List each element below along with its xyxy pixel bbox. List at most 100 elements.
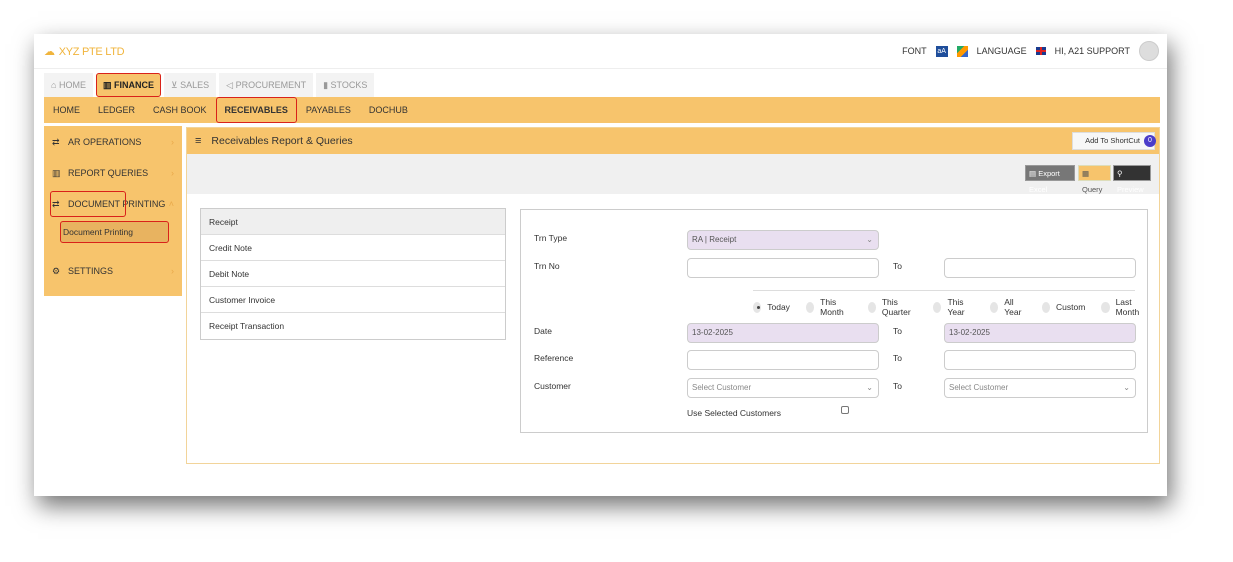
subnav-payables[interactable]: PAYABLES [297,97,360,123]
radio-today[interactable] [753,301,762,313]
radio-this-month[interactable] [805,301,815,313]
megaphone-icon: ◁ [226,80,234,90]
list-item-receipt[interactable]: Receipt [201,209,505,235]
preview-label: Preview [1117,185,1144,194]
trn-type-value: RA | Receipt [692,235,737,244]
subnav-ledger[interactable]: LEDGER [89,97,144,123]
tab-procurement-label: PROCUREMENT [235,80,307,90]
language-label: LANGUAGE [976,46,1027,56]
shortcut-count-badge: 0 [1144,135,1156,147]
chevron-right-icon: › [171,168,174,178]
query-button[interactable]: ▦ Query [1078,165,1111,194]
sidebar-item-document-printing[interactable]: ⇄ DOCUMENT PRINTING ˄ [44,191,182,217]
radio-this-quarter-label: This Quarter [881,297,911,317]
bank-icon: ▥ [102,80,112,90]
trn-no-to-label: To [893,261,902,271]
add-shortcut-button[interactable]: Add To ShortCut 0 [1072,132,1156,150]
brand-logo[interactable]: ☁ XYZ PTE LTD [44,45,125,58]
sidebar-item-label: AR OPERATIONS [68,137,142,147]
font-label: FONT [902,46,927,56]
customer-label: Customer [534,381,571,391]
list-item-debit-note[interactable]: Debit Note [201,261,505,287]
tab-home-label: HOME [58,80,86,90]
tab-procurement[interactable]: ◁ PROCUREMENT [219,73,314,97]
radio-last-month-label: Last Month [1115,297,1140,317]
sidebar-item-report-queries[interactable]: ▥ REPORT QUERIES › [44,162,182,184]
module-tabs: ⌂ HOME ▥ FINANCE ⊻ SALES ◁ PROCUREMENT ▮… [44,73,375,97]
tab-finance-label: FINANCE [113,80,154,90]
sidebar: ⇄ AR OPERATIONS › ▥ REPORT QUERIES › ⇄ D… [44,126,182,296]
radio-this-quarter[interactable] [867,301,876,313]
use-selected-customers-checkbox[interactable] [841,406,849,414]
trn-type-label: Trn Type [534,233,568,243]
export-excel-button[interactable]: ▤ Export Excel [1025,165,1075,194]
app-window: ☁ XYZ PTE LTD FONT aA LANGUAGE HI, A21 SU… [34,34,1167,496]
reference-from-input[interactable] [687,350,879,370]
reference-to-label: To [893,353,902,363]
sidebar-item-ar-operations[interactable]: ⇄ AR OPERATIONS › [44,131,182,153]
finance-subnav: HOME LEDGER CASH BOOK RECEIVABLES PAYABL… [44,97,1160,123]
preview-button[interactable]: ⚲ Preview [1113,165,1151,194]
subnav-home[interactable]: HOME [44,97,89,123]
home-icon: ⌂ [51,80,57,90]
list-item-receipt-transaction[interactable]: Receipt Transaction [201,313,505,339]
customer-from-select[interactable]: Select Customer ⌄ [687,378,879,398]
radio-this-month-label: This Month [820,297,844,317]
top-bar: ☁ XYZ PTE LTD FONT aA LANGUAGE HI, A21 SU… [34,34,1167,69]
sidebar-item-settings[interactable]: ⚙ SETTINGS › [44,260,182,282]
subnav-receivables[interactable]: RECEIVABLES [215,97,297,123]
reference-to-input[interactable] [944,350,1136,370]
radio-today-label: Today [767,302,790,312]
trn-type-select[interactable]: RA | Receipt ⌄ [687,230,879,250]
tab-sales[interactable]: ⊻ SALES [163,73,217,97]
customer-to-select[interactable]: Select Customer ⌄ [944,378,1136,398]
font-size-icon[interactable]: aA [935,45,948,57]
subnav-cash-book[interactable]: CASH BOOK [144,97,216,123]
chevron-down-icon: ⌄ [866,383,873,392]
date-label: Date [534,326,552,336]
radio-last-month[interactable] [1101,301,1110,313]
date-range-options: Today This Month This Quarter This Year … [753,297,1147,317]
avatar[interactable] [1139,41,1159,61]
cart-icon: ⊻ [170,80,178,90]
customer-to-placeholder: Select Customer [949,383,1009,392]
user-greeting[interactable]: HI, A21 SUPPORT [1055,46,1130,56]
uk-flag-icon[interactable] [1035,47,1046,55]
radio-all-year-label: All Year [1004,297,1022,317]
gears-icon: ⚙ [52,265,61,276]
add-shortcut-label: Add To ShortCut [1085,136,1140,145]
translate-icon[interactable] [956,45,968,57]
radio-all-year[interactable] [989,301,999,313]
table-icon: ▦ [1082,169,1090,178]
chevron-right-icon: › [171,266,174,276]
radio-this-year[interactable] [933,301,942,313]
menu-icon[interactable]: ≡ [195,135,201,147]
date-to-input[interactable]: 13-02-2025 [944,323,1136,343]
radio-custom-label: Custom [1056,302,1086,312]
file-excel-icon: ▤ [1029,169,1037,178]
tab-sales-label: SALES [180,80,210,90]
date-from-input[interactable]: 13-02-2025 [687,323,879,343]
brand-name: XYZ PTE LTD [58,46,125,58]
sidebar-item-label: REPORT QUERIES [68,168,149,178]
trn-no-from-input[interactable] [687,258,879,278]
tab-stocks[interactable]: ▮ STOCKS [316,73,375,97]
chevron-right-icon: › [171,137,174,147]
list-item-customer-invoice[interactable]: Customer Invoice [201,287,505,313]
report-list: Receipt Credit Note Debit Note Customer … [200,208,506,340]
trn-no-to-input[interactable] [944,258,1136,278]
use-selected-customers-label: Use Selected Customers [687,408,782,418]
tab-stocks-label: STOCKS [330,80,368,90]
customer-from-placeholder: Select Customer [692,383,752,392]
chevron-down-icon: ⌄ [1123,383,1130,392]
tab-finance[interactable]: ▥ FINANCE [95,73,161,97]
tab-home[interactable]: ⌂ HOME [44,73,93,97]
sidebar-subitem-document-printing[interactable]: Document Printing [60,221,169,243]
list-item-credit-note[interactable]: Credit Note [201,235,505,261]
customer-to-label: To [893,381,902,391]
sidebar-item-label: SETTINGS [68,266,114,276]
subnav-dochub[interactable]: DOCHUB [360,97,417,123]
radio-custom[interactable] [1041,301,1051,313]
top-right-controls: FONT aA LANGUAGE HI, A21 SUPPORT [902,40,1159,62]
panel-header: ≡ Receivables Report & Queries Add To Sh… [187,128,1159,154]
